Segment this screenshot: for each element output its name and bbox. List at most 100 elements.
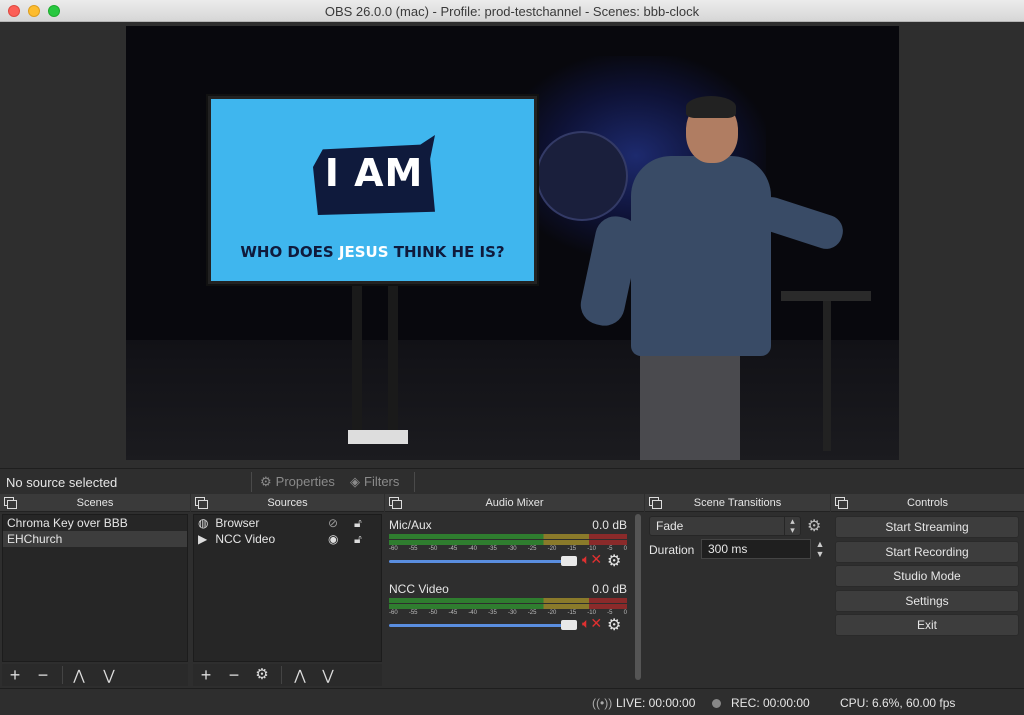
move-source-down-button[interactable]: ⋁ bbox=[317, 665, 339, 685]
exit-button[interactable]: Exit bbox=[835, 614, 1019, 636]
podium-leg bbox=[823, 301, 831, 451]
scale-tick: -20 bbox=[547, 610, 557, 616]
divider bbox=[251, 472, 252, 492]
muted-speaker-icon[interactable]: 🔈︎✕ bbox=[582, 615, 602, 632]
speaker-legs bbox=[640, 351, 740, 460]
globe-icon: ◍ bbox=[198, 516, 209, 530]
stage-floor bbox=[126, 340, 899, 460]
channel-settings-gear-icon[interactable]: ⚙ bbox=[607, 615, 621, 635]
lock-icon[interactable]: 🔓︎ bbox=[354, 531, 362, 547]
controls-header: Controls bbox=[831, 494, 1024, 512]
settings-button[interactable]: Settings bbox=[835, 590, 1019, 612]
volume-slider[interactable] bbox=[389, 560, 575, 563]
scenes-list[interactable]: Chroma Key over BBB EHChurch bbox=[2, 514, 188, 662]
status-bar: ((•)) LIVE: 00:00:00 REC: 00:00:00 CPU: … bbox=[0, 688, 1024, 715]
scale-tick: -25 bbox=[527, 546, 537, 552]
scenes-dock-header: Scenes bbox=[0, 494, 190, 512]
controls-title: Controls bbox=[907, 497, 948, 509]
filter-icon: ◈ bbox=[350, 474, 360, 489]
scale-tick: -15 bbox=[567, 546, 577, 552]
sources-list[interactable]: ◍ Browser ⊘ 🔓︎ ▶ NCC Video ◉ 🔓︎ bbox=[193, 514, 382, 662]
volume-meter bbox=[389, 604, 627, 609]
divider bbox=[62, 666, 63, 684]
transition-select[interactable]: Fade ▴ ▾ bbox=[649, 516, 801, 536]
scale-tick: -15 bbox=[567, 610, 577, 616]
scene-item[interactable]: Chroma Key over BBB bbox=[3, 515, 187, 531]
speaker-body bbox=[631, 156, 771, 356]
channel-db: 0.0 dB bbox=[592, 582, 627, 596]
muted-speaker-icon[interactable]: 🔈︎✕ bbox=[582, 551, 602, 568]
slide-subtitle-pre: WHO DOES bbox=[240, 243, 339, 261]
stage-tv: I AM WHO DOES JESUS THINK HE IS? bbox=[206, 94, 539, 286]
filters-button[interactable]: ◈ Filters bbox=[350, 474, 399, 490]
program-preview[interactable]: I AM WHO DOES JESUS THINK HE IS? bbox=[126, 26, 899, 460]
move-scene-up-button[interactable]: ⋀ bbox=[68, 665, 90, 685]
studio-mode-button[interactable]: Studio Mode bbox=[835, 565, 1019, 587]
rec-timer: REC: 00:00:00 bbox=[731, 696, 810, 710]
undock-icon[interactable] bbox=[835, 497, 848, 509]
undock-icon[interactable] bbox=[195, 497, 208, 509]
slide-title: I AM bbox=[324, 151, 424, 195]
volume-meter bbox=[389, 534, 627, 539]
remove-source-button[interactable]: − bbox=[223, 665, 245, 685]
properties-label: Properties bbox=[275, 474, 335, 489]
source-properties-gear-icon[interactable]: ⚙ bbox=[251, 665, 273, 685]
scene-item-selected[interactable]: EHChurch bbox=[3, 531, 187, 547]
scale-tick: -45 bbox=[448, 546, 458, 552]
visible-eye-icon[interactable]: ◉ bbox=[328, 531, 338, 547]
add-source-button[interactable]: + bbox=[195, 665, 217, 685]
move-scene-down-button[interactable]: ⋁ bbox=[98, 665, 120, 685]
duration-stepper[interactable]: ▲ ▼ bbox=[813, 539, 827, 559]
scale-tick: -60 bbox=[389, 610, 398, 616]
undock-icon[interactable] bbox=[389, 497, 402, 509]
select-arrows-icon: ▴ ▾ bbox=[784, 517, 800, 535]
move-source-up-button[interactable]: ⋀ bbox=[289, 665, 311, 685]
undock-icon[interactable] bbox=[649, 497, 662, 509]
scale-tick: -35 bbox=[488, 546, 497, 552]
podium bbox=[781, 291, 871, 301]
undock-icon[interactable] bbox=[4, 497, 17, 509]
source-item-browser[interactable]: ◍ Browser ⊘ 🔓︎ bbox=[194, 515, 381, 531]
filters-label: Filters bbox=[364, 474, 400, 489]
hidden-eye-icon[interactable]: ⊘ bbox=[328, 515, 338, 531]
window-title: OBS 26.0.0 (mac) - Profile: prod-testcha… bbox=[324, 4, 700, 19]
preview-area: I AM WHO DOES JESUS THINK HE IS? bbox=[0, 22, 1024, 468]
mixer-scrollbar[interactable] bbox=[635, 514, 641, 680]
controls-dock: Controls Start Streaming Start Recording… bbox=[831, 494, 1024, 688]
gear-icon: ⚙ bbox=[260, 474, 272, 489]
selected-source-label: No source selected bbox=[6, 475, 118, 490]
scale-tick: -50 bbox=[428, 610, 438, 616]
scale-tick: -20 bbox=[547, 546, 557, 552]
drum-kit bbox=[536, 131, 628, 221]
start-streaming-button[interactable]: Start Streaming bbox=[835, 516, 1019, 538]
scale-tick: 0 bbox=[623, 610, 627, 616]
volume-slider[interactable] bbox=[389, 624, 575, 627]
lock-icon[interactable]: 🔓︎ bbox=[354, 515, 362, 531]
volume-slider-handle[interactable] bbox=[561, 556, 577, 566]
transition-selected: Fade bbox=[656, 519, 684, 533]
remove-scene-button[interactable]: − bbox=[32, 665, 54, 685]
properties-button[interactable]: ⚙ Properties bbox=[260, 474, 335, 490]
scale-tick: -55 bbox=[408, 546, 418, 552]
tv-slide: I AM WHO DOES JESUS THINK HE IS? bbox=[211, 99, 534, 281]
add-scene-button[interactable]: + bbox=[4, 665, 26, 685]
sources-title: Sources bbox=[267, 497, 308, 509]
transition-settings-gear-icon[interactable]: ⚙ bbox=[807, 516, 821, 536]
scenes-title: Scenes bbox=[76, 497, 114, 509]
duration-field[interactable]: 300 ms bbox=[701, 539, 811, 559]
scene-transitions-dock: Scene Transitions Fade ▴ ▾ ⚙ Duration 300… bbox=[645, 494, 830, 688]
source-item-ncc-video[interactable]: ▶ NCC Video ◉ 🔓︎ bbox=[194, 531, 381, 547]
channel-db: 0.0 dB bbox=[592, 518, 627, 532]
sources-dock: Sources ◍ Browser ⊘ 🔓︎ ▶ NCC Video ◉ 🔓︎ … bbox=[191, 494, 384, 688]
channel-settings-gear-icon[interactable]: ⚙ bbox=[607, 551, 621, 571]
speaker-hair bbox=[686, 96, 736, 118]
volume-slider-handle[interactable] bbox=[561, 620, 577, 630]
cpu-status: CPU: 6.6%, 60.00 fps bbox=[840, 696, 956, 710]
slide-subtitle-post: THINK HE IS? bbox=[388, 243, 505, 261]
start-recording-button[interactable]: Start Recording bbox=[835, 541, 1019, 563]
slide-subtitle: WHO DOES JESUS THINK HE IS? bbox=[211, 243, 534, 261]
transitions-header: Scene Transitions bbox=[645, 494, 830, 512]
scale-tick: -30 bbox=[507, 610, 517, 616]
scale-tick: -60 bbox=[389, 546, 398, 552]
channel-name: Mic/Aux bbox=[389, 518, 432, 532]
